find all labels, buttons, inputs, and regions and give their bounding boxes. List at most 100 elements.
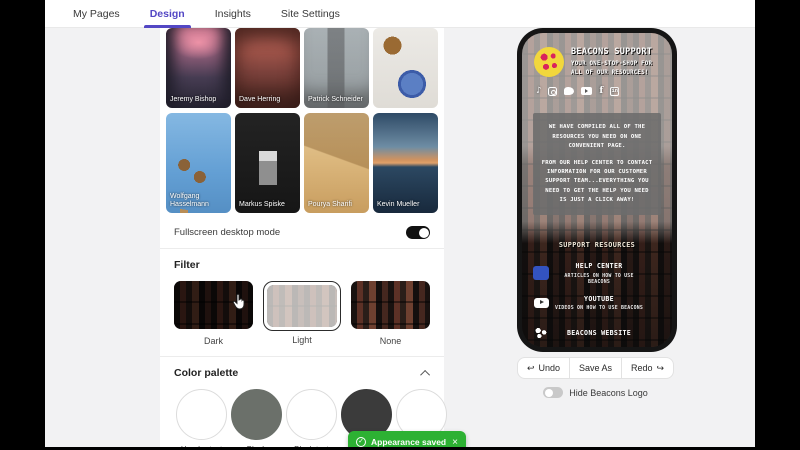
swatch-label: Block text [286, 445, 337, 447]
tab-site-settings[interactable]: Site Settings [281, 0, 340, 28]
hide-beacons-logo-toggle[interactable] [543, 387, 564, 398]
filter-option-none: None [351, 281, 430, 346]
preview-page-subtitle: YOUR ONE-STOP-SHOP FOR ALL OF OUR RESOUR… [571, 61, 653, 76]
filter-option-dark: Dark [174, 281, 253, 346]
filter-light-selected-frame [263, 281, 341, 331]
filter-light-label: Light [292, 335, 312, 345]
photo-credit: Markus Spiske [239, 201, 285, 209]
link-beacons-website[interactable]: BEACONS WEBSITE [522, 322, 672, 344]
preview-intro-paragraph-2: FROM OUR HELP CENTER TO CONTACT INFORMAT… [541, 160, 653, 203]
hide-beacons-logo-row: Hide Beacons Logo [517, 387, 674, 398]
preview-header: BEACONS SUPPORT YOUR ONE-STOP-SHOP FOR A… [522, 33, 672, 81]
background-option-battery[interactable]: Markus Spiske [235, 113, 300, 213]
fullscreen-desktop-mode-label: Fullscreen desktop mode [174, 227, 281, 238]
filter-options: Dark Light None [174, 281, 430, 346]
filter-none-thumbnail[interactable] [351, 281, 430, 329]
swatch-label: Block background [231, 445, 282, 447]
background-option-mountains[interactable]: Jeremy Bishop [166, 28, 231, 108]
hide-beacons-logo-label: Hide Beacons Logo [569, 387, 648, 398]
preview-page-content: BEACONS SUPPORT YOUR ONE-STOP-SHOP FOR A… [522, 33, 672, 347]
toast-message: Appearance saved [371, 437, 447, 447]
filter-heading-label: Filter [174, 259, 200, 271]
filter-none-label: None [379, 336, 402, 346]
swatch-circle-block-text[interactable] [286, 389, 337, 440]
swatch-block-text: Block text [286, 389, 337, 447]
preview-links: HELP CENTER ARTICLES ON HOW TO USE BEACO… [522, 257, 672, 344]
avatar [534, 47, 564, 78]
background-option-giraffes[interactable]: Wolfgang Hasselmann [166, 113, 231, 213]
phone-preview-frame: BEACONS SUPPORT YOUR ONE-STOP-SHOP FOR A… [517, 28, 677, 352]
filter-option-light: Light [263, 281, 341, 346]
swatch-circle-header-text[interactable] [176, 389, 227, 440]
photo-credit: Patrick Schneider [308, 96, 363, 104]
swatch-circle-block-background[interactable] [231, 389, 282, 440]
save-as-label: Save As [578, 363, 613, 373]
background-grid-row-1: Jeremy Bishop Dave Herring Patrick Schne… [166, 28, 438, 108]
toast-close-icon[interactable]: × [452, 437, 458, 448]
link-title: YOUTUBE [584, 294, 614, 303]
beacons-logo-icon [530, 327, 552, 340]
photo-credit: Wolfgang Hasselmann [170, 192, 209, 209]
twitter-icon[interactable] [564, 87, 575, 96]
dark-shade [174, 281, 253, 329]
youtube-icon[interactable] [581, 87, 593, 96]
filter-section: Filter Dark Light None [160, 249, 444, 356]
preview-page-title: BEACONS SUPPORT [571, 47, 653, 57]
save-as-button[interactable]: Save As [569, 358, 621, 378]
redo-arrow-icon: ↪ [656, 362, 665, 373]
photo-credit: Kevin Mueller [377, 201, 420, 209]
top-navigation: My Pages Design Insights Site Settings [45, 0, 755, 28]
swatch-label: Header text [176, 445, 227, 447]
preview-intro-paragraph-1: WE HAVE COMPILED ALL OF THE RESOURCES YO… [548, 124, 646, 149]
link-text: YOUTUBE VIDEOS ON HOW TO USE BEACONS [552, 295, 664, 312]
background-option-tower[interactable]: Patrick Schneider [304, 28, 369, 108]
filter-light-thumbnail[interactable] [267, 285, 337, 327]
help-center-icon [530, 266, 552, 281]
background-option-dune[interactable]: Pourya Sharifi [304, 113, 369, 213]
link-text: HELP CENTER ARTICLES ON HOW TO USE BEACO… [552, 262, 664, 285]
app-window: My Pages Design Insights Site Settings J… [45, 0, 755, 447]
background-option-lake[interactable]: Kevin Mueller [373, 113, 438, 213]
tiktok-icon[interactable]: ♪ [536, 86, 541, 96]
tab-insights[interactable]: Insights [215, 0, 251, 28]
undo-button[interactable]: ↩ Undo [518, 358, 569, 378]
swatch-header-text: Header text [176, 389, 227, 447]
photo-credit: Jeremy Bishop [170, 96, 217, 104]
tab-my-pages[interactable]: My Pages [73, 0, 120, 28]
photo-credit: Dave Herring [239, 96, 281, 104]
preview-intro-block: WE HAVE COMPILED ALL OF THE RESOURCES YO… [533, 113, 661, 216]
preview-header-text: BEACONS SUPPORT YOUR ONE-STOP-SHOP FOR A… [571, 47, 662, 77]
background-option-desert-monuments[interactable]: Dave Herring [235, 28, 300, 108]
redo-button[interactable]: Redo ↪ [621, 358, 673, 378]
redo-label: Redo [630, 363, 653, 373]
preview-social-icons-row: ♪ f in [522, 81, 672, 97]
link-youtube[interactable]: YOUTUBE VIDEOS ON HOW TO USE BEACONS [522, 290, 672, 317]
phone-preview-screen: BEACONS SUPPORT YOUR ONE-STOP-SHOP FOR A… [522, 33, 672, 347]
instagram-icon[interactable] [548, 86, 558, 96]
light-shade [267, 285, 337, 327]
background-option-teacup[interactable] [373, 28, 438, 108]
link-description: VIDEOS ON HOW TO USE BEACONS [554, 305, 644, 312]
link-help-center[interactable]: HELP CENTER ARTICLES ON HOW TO USE BEACO… [522, 257, 672, 290]
chevron-up-icon[interactable] [420, 369, 431, 380]
check-circle-icon: ✓ [356, 437, 366, 447]
background-grid-row-2: Wolfgang Hasselmann Markus Spiske Pourya… [166, 113, 438, 213]
color-palette-heading: Color palette [174, 367, 431, 380]
color-palette-heading-label: Color palette [174, 367, 239, 379]
support-resources-heading: SUPPORT RESOURCES [558, 241, 636, 250]
filter-dark-label: Dark [203, 336, 223, 346]
link-title: BEACONS WEBSITE [566, 329, 632, 338]
swatch-block-background: Block background [231, 389, 282, 447]
fullscreen-desktop-mode-toggle[interactable] [406, 226, 430, 239]
youtube-play-icon [530, 297, 552, 308]
link-text: BEACONS WEBSITE [552, 329, 664, 337]
tab-design[interactable]: Design [143, 0, 191, 28]
link-title: HELP CENTER [575, 262, 623, 271]
photo-credit: Pourya Sharifi [308, 201, 352, 209]
filter-dark-thumbnail[interactable] [174, 281, 253, 329]
undo-label: Undo [538, 363, 561, 373]
link-description: ARTICLES ON HOW TO USE BEACONS [564, 272, 634, 285]
filter-heading: Filter [174, 259, 430, 271]
facebook-icon[interactable]: f [599, 86, 603, 96]
linkedin-icon[interactable]: in [610, 86, 620, 96]
